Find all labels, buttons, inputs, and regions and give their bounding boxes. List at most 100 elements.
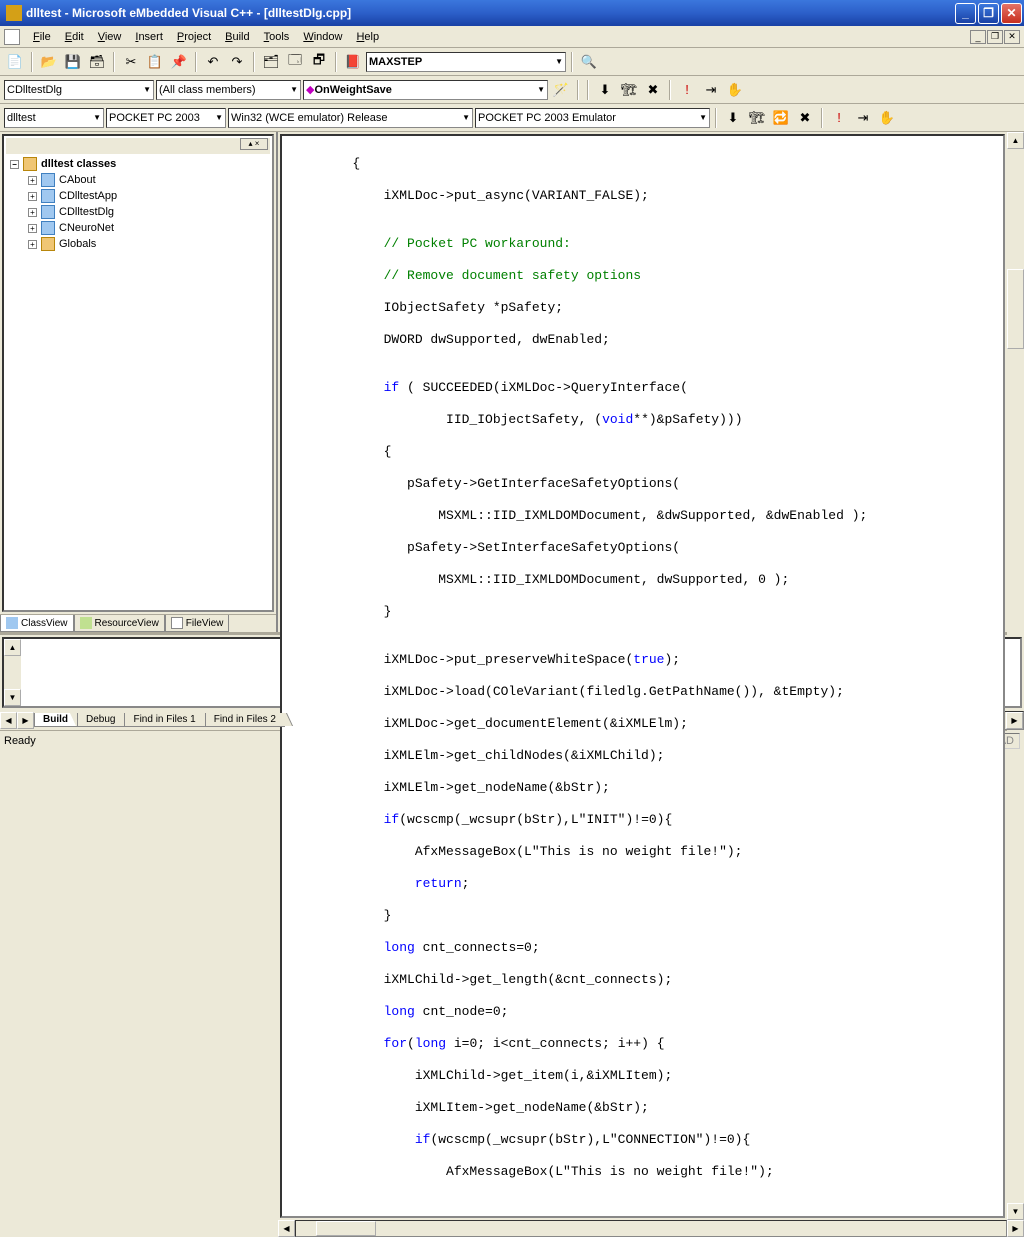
go2-icon[interactable]: ⇥ [852,107,874,129]
tree-close-icon[interactable]: ▴ × [240,138,268,150]
workspace-sidebar: ▴ × − dlltest classes +CAbout +CDlltestA… [0,132,278,632]
tab-scroll-right-icon[interactable]: ▶ [17,712,34,729]
workspace-icon[interactable]: 🗂 [260,51,282,73]
app-icon [6,5,22,21]
download-icon[interactable]: ⬇ [722,107,744,129]
collapse-icon[interactable]: − [10,160,19,169]
execute2-icon[interactable]: ! [828,107,850,129]
expand-icon[interactable]: + [28,176,37,185]
tree-item-cneuronet[interactable]: +CNeuroNet [24,220,270,236]
menu-edit[interactable]: Edit [58,29,91,45]
output-icon[interactable]: 🗔 [284,51,306,73]
out-scroll-up-icon[interactable]: ▲ [4,639,21,656]
tab-debug[interactable]: Debug [77,713,124,727]
compile-icon[interactable]: ⬇ [594,79,616,101]
function-combo[interactable]: ◆ OnWeightSave▼ [303,80,548,100]
tab-resourceview[interactable]: ResourceView [74,615,165,632]
menu-bar: File Edit View Insert Project Build Tool… [0,26,1024,48]
status-ready: Ready [4,735,36,747]
menu-help[interactable]: Help [349,29,386,45]
resourceview-icon [80,617,92,629]
tab-classview[interactable]: ClassView [0,615,74,632]
expand-icon[interactable]: + [28,240,37,249]
document-icon [4,29,20,45]
tab-find2[interactable]: Find in Files 2 [205,713,285,727]
menu-window[interactable]: Window [296,29,349,45]
tree-item-cdlltestdlg[interactable]: +CDlltestDlg [24,204,270,220]
stop-build-icon[interactable]: ✖ [642,79,664,101]
editor-vscroll[interactable]: ▲ ▼ [1007,132,1024,1220]
hscroll-thumb[interactable] [316,1221,376,1236]
folder-icon [23,157,37,171]
tab-fileview[interactable]: FileView [165,615,230,632]
go-icon[interactable]: ⇥ [700,79,722,101]
tree-root-label: dlltest classes [41,158,116,170]
title-bar: dlltest - Microsoft eMbedded Visual C++ … [0,0,1024,26]
undo-icon[interactable]: ↶ [202,51,224,73]
class-icon [41,205,55,219]
build-icon[interactable]: 🏗 [618,79,640,101]
class-icon [41,221,55,235]
cut-icon[interactable]: ✂ [120,51,142,73]
scroll-down-icon[interactable]: ▼ [1007,1203,1024,1220]
out-scroll-down-icon[interactable]: ▼ [4,689,21,706]
platform-toolbar: dlltest▼ POCKET PC 2003▼ Win32 (WCE emul… [0,104,1024,132]
stop2-icon[interactable]: ✖ [794,107,816,129]
config-combo[interactable]: Win32 (WCE emulator) Release▼ [228,108,473,128]
menu-build[interactable]: Build [218,29,256,45]
folder-icon [41,237,55,251]
save-all-icon[interactable]: 🗃 [86,51,108,73]
hand-icon[interactable]: ✋ [876,107,898,129]
device-combo[interactable]: POCKET PC 2003 Emulator▼ [475,108,710,128]
mdi-minimize-button[interactable]: _ [970,30,986,44]
close-button[interactable]: ✕ [1001,3,1022,24]
minimize-button[interactable]: _ [955,3,976,24]
class-icon [41,189,55,203]
scroll-thumb[interactable] [1007,269,1024,349]
expand-icon[interactable]: + [28,208,37,217]
breakpoint-icon[interactable]: ✋ [724,79,746,101]
class-tree[interactable]: ▴ × − dlltest classes +CAbout +CDlltestA… [2,134,274,612]
menu-file[interactable]: File [26,29,58,45]
scroll-right-icon[interactable]: ▶ [1007,1220,1024,1237]
sdk-combo[interactable]: POCKET PC 2003▼ [106,108,226,128]
open-icon[interactable]: 📂 [38,51,60,73]
tab-build[interactable]: Build [34,713,77,727]
save-icon[interactable]: 💾 [62,51,84,73]
tab-scroll-left-icon[interactable]: ◀ [0,712,17,729]
menu-project[interactable]: Project [170,29,218,45]
windows-icon[interactable]: 🗗 [308,51,330,73]
paste-icon[interactable]: 📌 [168,51,190,73]
tree-item-cdlltestapp[interactable]: +CDlltestApp [24,188,270,204]
scroll-left-icon[interactable]: ◀ [278,1220,295,1237]
find-icon[interactable]: 🔍 [578,51,600,73]
menu-tools[interactable]: Tools [257,29,297,45]
expand-icon[interactable]: + [28,192,37,201]
expand-icon[interactable]: + [28,224,37,233]
rebuild-icon[interactable]: 🔁 [770,107,792,129]
mdi-restore-button[interactable]: ❐ [987,30,1003,44]
editor-hscroll[interactable] [295,1220,1007,1237]
members-combo[interactable]: (All class members)▼ [156,80,301,100]
menu-insert[interactable]: Insert [128,29,170,45]
tree-root[interactable]: − dlltest classes [6,156,270,172]
project-combo[interactable]: dlltest▼ [4,108,104,128]
tree-item-globals[interactable]: +Globals [24,236,270,252]
execute-icon[interactable]: ! [676,79,698,101]
tree-item-cabout[interactable]: +CAbout [24,172,270,188]
code-editor[interactable]: { iXMLDoc->put_async(VARIANT_FALSE); // … [280,134,1005,1218]
mdi-close-button[interactable]: ✕ [1004,30,1020,44]
book-icon[interactable]: 📕 [342,51,364,73]
maximize-button[interactable]: ❐ [978,3,999,24]
scroll-up-icon[interactable]: ▲ [1007,132,1024,149]
window-title: dlltest - Microsoft eMbedded Visual C++ … [26,6,955,20]
redo-icon[interactable]: ↷ [226,51,248,73]
new-file-icon[interactable]: 📄 [4,51,26,73]
build2-icon[interactable]: 🏗 [746,107,768,129]
tab-find1[interactable]: Find in Files 1 [124,713,204,727]
macro-combo[interactable]: MAXSTEP▼ [366,52,566,72]
menu-view[interactable]: View [91,29,129,45]
copy-icon[interactable]: 📋 [144,51,166,73]
class-combo[interactable]: CDlltestDlg▼ [4,80,154,100]
wizard-action-icon[interactable]: 🪄 [550,79,572,101]
